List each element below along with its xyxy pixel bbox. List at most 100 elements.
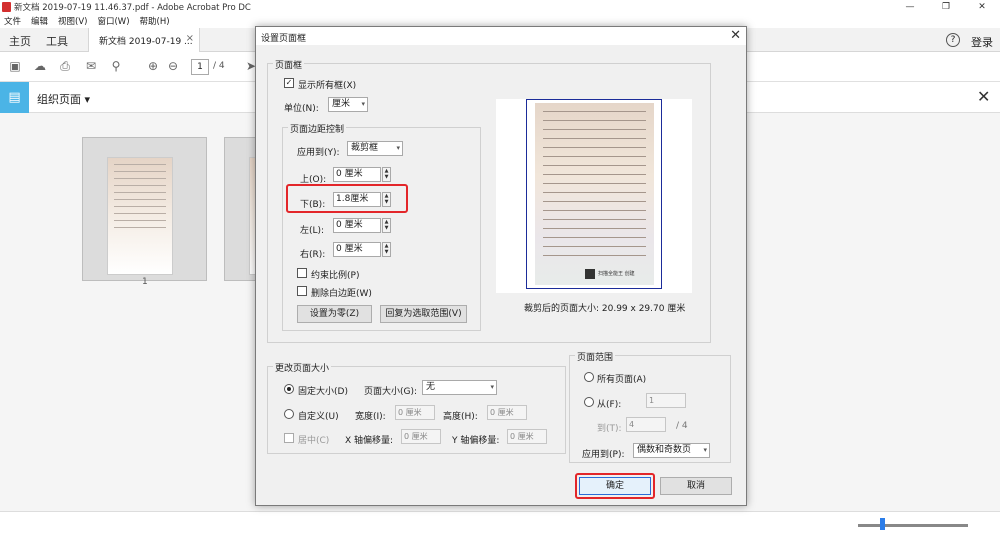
upload-icon[interactable]: ☁ [33,60,47,73]
page-range-legend: 页面范围 [575,350,616,363]
bottom-margin-highlight [286,184,408,213]
page-boxes-legend: 页面框 [273,58,305,71]
chevron-down-icon: ▾ [361,100,365,108]
left-margin-label: 左(L): [300,226,325,236]
menu-window[interactable]: 窗口(W) [97,15,129,27]
page-total: / 4 [213,61,225,71]
dialog-close-icon[interactable]: ✕ [730,28,741,43]
apply-to-value: 裁剪框 [351,143,379,153]
page-preview: 扫描全能王 创建 [496,99,692,293]
from-page-input[interactable]: 1 [646,393,686,408]
dialog-title-bar: 设置页面框 ✕ [256,27,746,45]
tab-tools[interactable]: 工具 [46,33,68,49]
right-margin-stepper[interactable]: ▲ ▼ [382,242,391,257]
help-icon[interactable]: ? [946,33,960,47]
show-all-boxes-checkbox[interactable]: ✓ [284,78,294,88]
menu-edit[interactable]: 编辑 [31,15,48,27]
all-pages-label: 所有页面(A) [597,375,647,385]
width-label: 宽度(I): [355,412,386,422]
chevron-down-icon: ▾ [490,383,494,391]
unit-label: 单位(N): [284,104,319,114]
page-apply-to-select[interactable]: 偶数和奇数页 ▾ [633,443,710,458]
menu-help[interactable]: 帮助(H) [140,15,170,27]
set-page-boxes-dialog: 设置页面框 ✕ 页面框 ✓ 显示所有框(X) 单位(N): 厘米 ▾ 页面边距控… [255,26,747,506]
ok-button-highlight [575,473,655,499]
status-bar [0,511,1000,541]
restore-icon[interactable]: ❐ [928,0,964,14]
x-offset-label: X 轴偏移量: [345,436,394,446]
thumbnail-page-number: 1 [142,277,148,287]
unit-select-value: 厘米 [332,99,351,109]
margin-controls-legend: 页面边距控制 [288,122,347,135]
minimize-icon[interactable]: — [892,0,928,14]
print-icon[interactable]: ⎙ [58,60,72,73]
y-offset-label: Y 轴偏移量: [452,436,500,446]
window-title: 新文档 2019-07-19 11.46.37.pdf - Adobe Acro… [14,3,251,13]
x-offset-input[interactable]: 0 厘米 [401,429,441,444]
right-margin-input[interactable]: 0 厘米 [333,242,381,257]
window-title-bar: 新文档 2019-07-19 11.46.37.pdf - Adobe Acro… [0,0,1000,14]
cropped-page-size: 裁剪后的页面大小: 20.99 x 29.70 厘米 [524,304,686,314]
page-thumbnail-image [107,157,173,275]
revert-to-selection-button[interactable]: 回复为选取范围(V) [380,305,467,323]
constrain-proportions-checkbox[interactable] [297,268,307,278]
unit-select[interactable]: 厘米 ▾ [328,97,368,112]
email-icon[interactable]: ✉ [84,60,98,73]
left-margin-stepper[interactable]: ▲ ▼ [382,218,391,233]
dialog-title: 设置页面框 [261,34,307,44]
menu-view[interactable]: 视图(V) [58,15,87,27]
custom-size-radio[interactable] [284,409,294,419]
y-offset-input[interactable]: 0 厘米 [507,429,547,444]
tab-home[interactable]: 主页 [9,33,31,49]
top-margin-input[interactable]: 0 厘米 [333,167,381,182]
tab-document[interactable]: 新文档 2019-07-19 ... × [88,28,200,52]
next-page-icon[interactable]: ⊖ [166,60,180,73]
fixed-size-label: 固定大小(D) [298,387,348,397]
from-page-radio[interactable] [584,397,594,407]
set-to-zero-button[interactable]: 设置为零(Z) [297,305,372,323]
height-input[interactable]: 0 厘米 [487,405,527,420]
top-margin-stepper[interactable]: ▲ ▼ [382,167,391,182]
from-page-label: 从(F): [597,400,622,410]
chevron-down-icon: ▾ [703,446,707,454]
page-apply-to-value: 偶数和奇数页 [637,445,692,455]
page-size-select[interactable]: 无 ▾ [422,380,497,395]
to-page-input[interactable]: 4 [626,417,666,432]
zoom-slider[interactable] [858,524,968,527]
right-margin-label: 右(R): [300,250,326,260]
qr-caption: 扫描全能王 创建 [598,271,635,277]
width-input[interactable]: 0 厘米 [395,405,435,420]
window-controls: — ❐ ✕ [892,0,1000,14]
constrain-proportions-label: 约束比例(P) [311,271,360,281]
page-preview-image: 扫描全能王 创建 [535,103,654,285]
center-checkbox[interactable] [284,433,294,443]
window-close-icon[interactable]: ✕ [964,0,1000,14]
remove-white-margins-checkbox[interactable] [297,286,307,296]
organize-pages-icon[interactable]: ▤ [0,82,29,113]
fixed-size-radio[interactable] [284,384,294,394]
zoom-slider-handle[interactable] [880,518,885,530]
all-pages-radio[interactable] [584,372,594,382]
search-icon[interactable]: ⚲ [109,60,123,73]
height-label: 高度(H): [443,412,478,422]
page-size-label: 页面大小(G): [364,387,418,397]
page-number-input[interactable]: 1 [191,59,209,75]
tab-document-label: 新文档 2019-07-19 ... [99,37,193,47]
organize-pages-label[interactable]: 组织页面 ▾ [37,91,90,107]
cropped-page-outline: 扫描全能王 创建 [526,99,662,289]
previous-page-icon[interactable]: ⊕ [146,60,160,73]
page-thumbnail[interactable] [82,137,207,281]
close-organize-icon[interactable]: ✕ [977,87,990,106]
chevron-down-icon: ▾ [396,144,400,152]
acrobat-logo-icon [2,2,11,12]
page-apply-to-label: 应用到(P): [582,450,625,460]
apply-to-select[interactable]: 裁剪框 ▾ [347,141,403,156]
apply-to-label: 应用到(Y): [297,148,340,158]
menu-file[interactable]: 文件 [4,15,21,27]
cancel-button[interactable]: 取消 [660,477,732,495]
save-icon[interactable]: ▣ [8,60,22,73]
login-link[interactable]: 登录 [971,34,993,50]
left-margin-input[interactable]: 0 厘米 [333,218,381,233]
change-page-size-legend: 更改页面大小 [273,361,332,374]
tab-close-icon[interactable]: × [186,33,194,44]
